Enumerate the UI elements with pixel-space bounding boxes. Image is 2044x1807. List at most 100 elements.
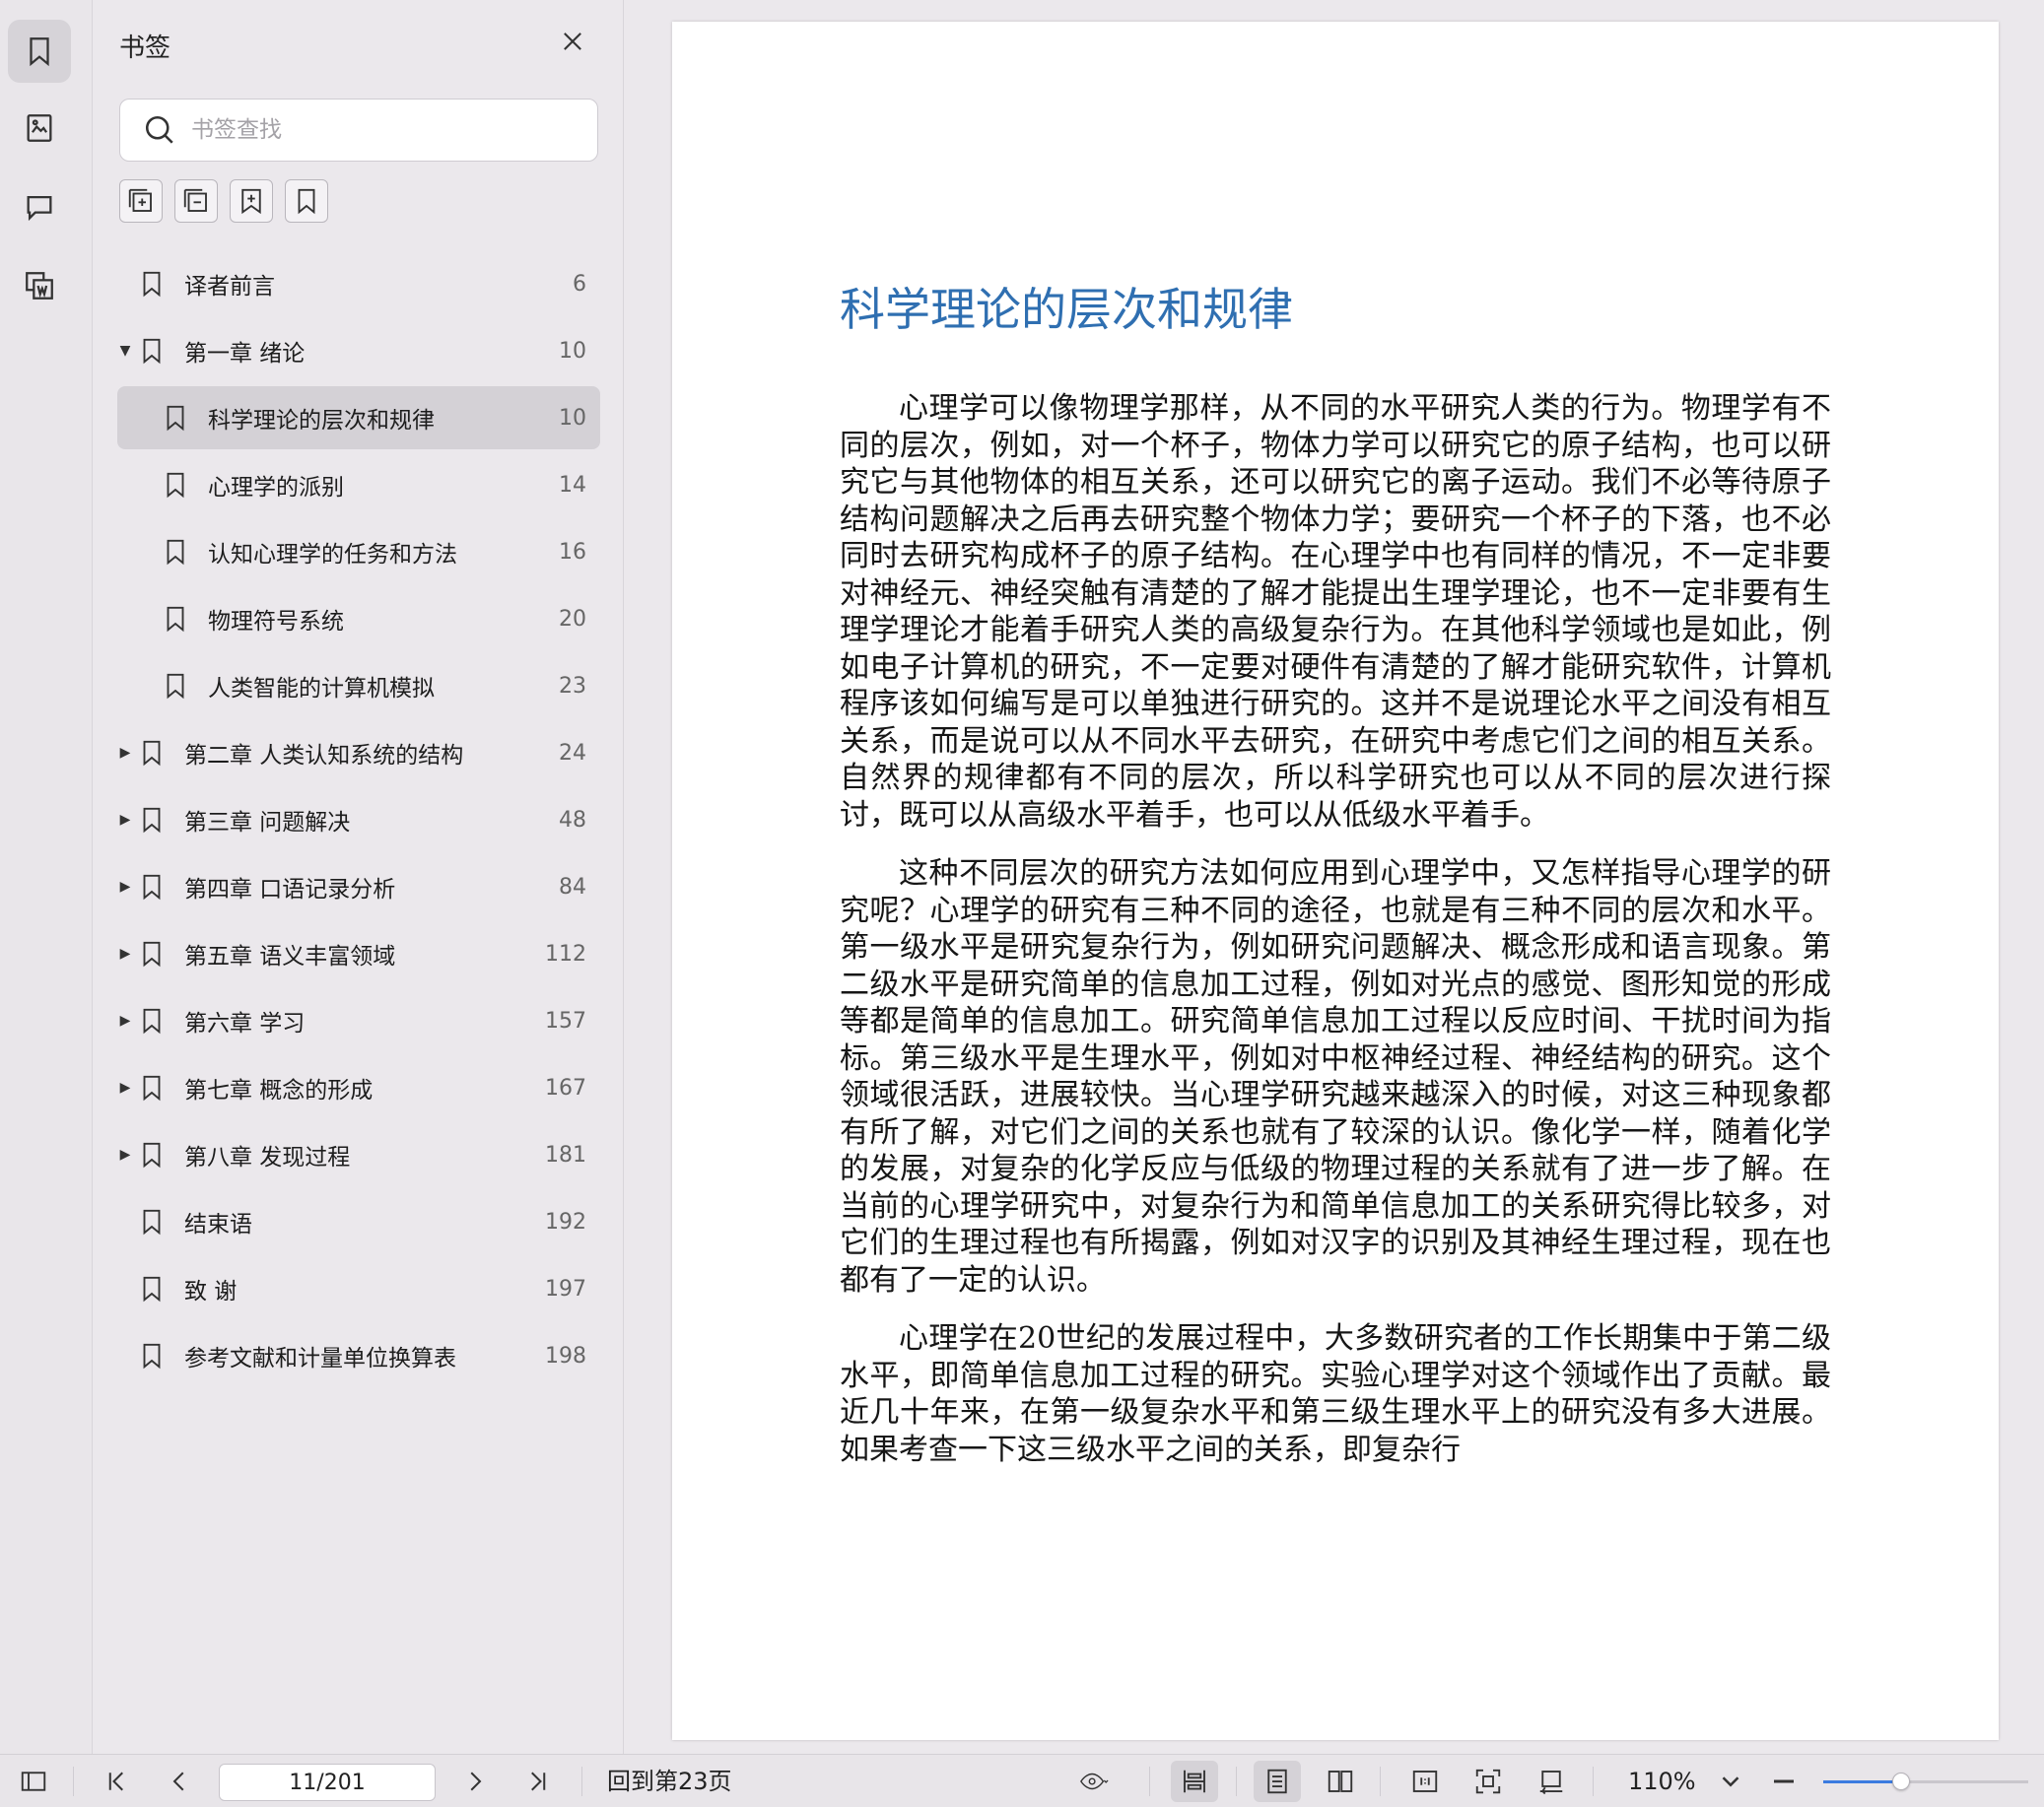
bookmark-toolbar bbox=[119, 179, 328, 223]
bookmark-label: 第七章 概念的形成 bbox=[184, 1078, 374, 1104]
expand-arrow-icon[interactable]: ▶ bbox=[117, 1080, 133, 1096]
bookmark-item[interactable]: 物理符号系统 20 bbox=[117, 587, 600, 650]
next-page-icon[interactable] bbox=[455, 1755, 495, 1807]
zoom-level[interactable]: 110% bbox=[1628, 1755, 1696, 1807]
bookmark-item[interactable]: ▶ 第二章 人类认知系统的结构 24 bbox=[117, 721, 600, 784]
thumbnail-icon[interactable] bbox=[8, 97, 71, 160]
bookmark-icon bbox=[137, 267, 167, 301]
bookmark-search[interactable] bbox=[119, 99, 598, 162]
bookmark-item[interactable]: 心理学的派别 14 bbox=[117, 453, 600, 516]
zoom-slider-thumb[interactable] bbox=[1892, 1773, 1911, 1790]
bookmark-outline-icon[interactable] bbox=[285, 179, 328, 223]
bookmark-page-number: 14 bbox=[559, 472, 586, 498]
bookmark-label: 认知心理学的任务和方法 bbox=[208, 542, 457, 568]
page-number-input[interactable] bbox=[219, 1764, 436, 1801]
zoom-out-icon[interactable] bbox=[1764, 1755, 1804, 1807]
bookmark-icon bbox=[161, 535, 190, 569]
bookmark-label: 第八章 发现过程 bbox=[184, 1145, 351, 1171]
bookmark-icon bbox=[137, 1004, 167, 1037]
bookmark-page-number: 6 bbox=[573, 271, 586, 297]
paragraph: 这种不同层次的研究方法如何应用到心理学中，又怎样指导心理学的研究呢？心理学的研究… bbox=[840, 856, 1831, 1298]
bookmark-label: 第三章 问题解决 bbox=[184, 810, 351, 836]
expand-arrow-icon[interactable]: ▶ bbox=[117, 879, 133, 895]
bookmark-item[interactable]: ▶ 第六章 学习 157 bbox=[117, 989, 600, 1052]
bookmark-page-number: 10 bbox=[559, 338, 586, 364]
bookmark-item[interactable]: 结束语 192 bbox=[117, 1190, 600, 1253]
search-input[interactable] bbox=[191, 117, 566, 143]
first-page-icon[interactable] bbox=[97, 1755, 136, 1807]
attachment-icon[interactable] bbox=[8, 254, 71, 317]
toggle-sidebar-icon[interactable] bbox=[14, 1755, 53, 1807]
status-bar: 回到第23页 110% bbox=[0, 1754, 2044, 1807]
bookmark-item[interactable]: 参考文献和计量单位换算表 198 bbox=[117, 1324, 600, 1387]
single-page-icon[interactable] bbox=[1254, 1761, 1301, 1802]
bookmark-label: 科学理论的层次和规律 bbox=[208, 408, 435, 434]
bookmark-item[interactable]: ▶ 第三章 问题解决 48 bbox=[117, 788, 600, 851]
bookmark-item[interactable]: ▼ 第一章 绪论 10 bbox=[117, 319, 600, 382]
bookmark-icon bbox=[137, 1339, 167, 1372]
expand-arrow-icon[interactable]: ▶ bbox=[117, 812, 133, 828]
bookmark-item[interactable]: 科学理论的层次和规律 10 bbox=[117, 386, 600, 449]
bookmark-label: 心理学的派别 bbox=[208, 475, 344, 501]
search-icon bbox=[145, 115, 173, 144]
bookmark-page-number: 10 bbox=[559, 405, 586, 431]
bookmark-item[interactable]: 译者前言 6 bbox=[117, 252, 600, 315]
paragraph: 心理学在20世纪的发展过程中，大多数研究者的工作长期集中于第二级水平，即简单信息… bbox=[840, 1321, 1831, 1467]
bookmark-label: 物理符号系统 bbox=[208, 609, 344, 635]
bookmark-page-number: 23 bbox=[559, 673, 586, 699]
add-bookmark-icon[interactable] bbox=[230, 179, 273, 223]
fit-page-icon[interactable] bbox=[1465, 1755, 1512, 1807]
bookmark-page-number: 48 bbox=[559, 807, 586, 833]
icon-rail bbox=[0, 0, 93, 1754]
document-viewport[interactable]: 科学理论的层次和规律 心理学可以像物理学那样，从不同的水平研究人类的行为。物理学… bbox=[625, 0, 2044, 1754]
bookmark-icon bbox=[137, 736, 167, 770]
go-back-link[interactable]: 回到第23页 bbox=[607, 1755, 732, 1807]
bookmark-icon bbox=[137, 1138, 167, 1171]
bookmark-page-number: 16 bbox=[559, 539, 586, 565]
bookmark-page-number: 84 bbox=[559, 874, 586, 900]
bookmark-item[interactable]: ▶ 第七章 概念的形成 167 bbox=[117, 1056, 600, 1119]
collapse-all-icon[interactable] bbox=[174, 179, 218, 223]
bookmark-item[interactable]: 认知心理学的任务和方法 16 bbox=[117, 520, 600, 583]
bookmark-panel-icon[interactable] bbox=[8, 20, 71, 83]
paragraph: 心理学可以像物理学那样，从不同的水平研究人类的行为。物理学有不同的层次，例如，对… bbox=[840, 391, 1831, 833]
bookmark-icon bbox=[137, 803, 167, 837]
bookmark-page-number: 197 bbox=[545, 1276, 586, 1302]
bookmark-page-number: 112 bbox=[545, 941, 586, 967]
zoom-dropdown-icon[interactable] bbox=[1713, 1755, 1748, 1807]
bookmark-item[interactable]: 致 谢 197 bbox=[117, 1257, 600, 1320]
previous-page-icon[interactable] bbox=[160, 1755, 199, 1807]
bookmark-label: 第四章 口语记录分析 bbox=[184, 877, 396, 903]
actual-size-icon[interactable] bbox=[1401, 1755, 1449, 1807]
reading-mode-icon[interactable] bbox=[1062, 1755, 1125, 1807]
rotate-page-icon[interactable] bbox=[1528, 1755, 1575, 1807]
bookmark-icon bbox=[137, 1272, 167, 1305]
bookmark-icon bbox=[137, 334, 167, 368]
expand-arrow-icon[interactable]: ▶ bbox=[117, 1013, 133, 1029]
zoom-slider[interactable] bbox=[1823, 1773, 2028, 1790]
bookmark-item[interactable]: ▶ 第四章 口语记录分析 84 bbox=[117, 855, 600, 918]
collapse-arrow-icon[interactable]: ▼ bbox=[117, 343, 133, 359]
fit-width-icon[interactable] bbox=[1171, 1761, 1218, 1802]
bookmark-label: 参考文献和计量单位换算表 bbox=[184, 1346, 456, 1372]
expand-arrow-icon[interactable]: ▶ bbox=[117, 1147, 133, 1163]
bookmark-icon bbox=[137, 937, 167, 970]
last-page-icon[interactable] bbox=[518, 1755, 558, 1807]
bookmark-icon bbox=[161, 602, 190, 636]
expand-arrow-icon[interactable]: ▶ bbox=[117, 946, 133, 962]
bookmark-page-number: 192 bbox=[545, 1209, 586, 1235]
bookmark-item[interactable]: 人类智能的计算机模拟 23 bbox=[117, 654, 600, 717]
bookmark-label: 结束语 bbox=[184, 1212, 252, 1238]
bookmark-item[interactable]: ▶ 第八章 发现过程 181 bbox=[117, 1123, 600, 1186]
comment-icon[interactable] bbox=[8, 175, 71, 238]
bookmark-item[interactable]: ▶ 第五章 语义丰富领域 112 bbox=[117, 922, 600, 985]
two-page-icon[interactable] bbox=[1317, 1755, 1364, 1807]
panel-title: 书签 bbox=[119, 33, 171, 63]
bookmark-label: 致 谢 bbox=[184, 1279, 238, 1305]
document-body: 心理学可以像物理学那样，从不同的水平研究人类的行为。物理学有不同的层次，例如，对… bbox=[840, 390, 1831, 1490]
expand-all-icon[interactable] bbox=[119, 179, 163, 223]
close-icon[interactable] bbox=[557, 26, 588, 57]
expand-arrow-icon[interactable]: ▶ bbox=[117, 745, 133, 761]
bookmark-panel: 书签 译者前言 6 ▼ 第一章 绪论 10 科学理论的层次和规律 10 心理学的派别 14 认知心… bbox=[94, 0, 624, 1754]
section-title: 科学理论的层次和规律 bbox=[840, 283, 1293, 336]
